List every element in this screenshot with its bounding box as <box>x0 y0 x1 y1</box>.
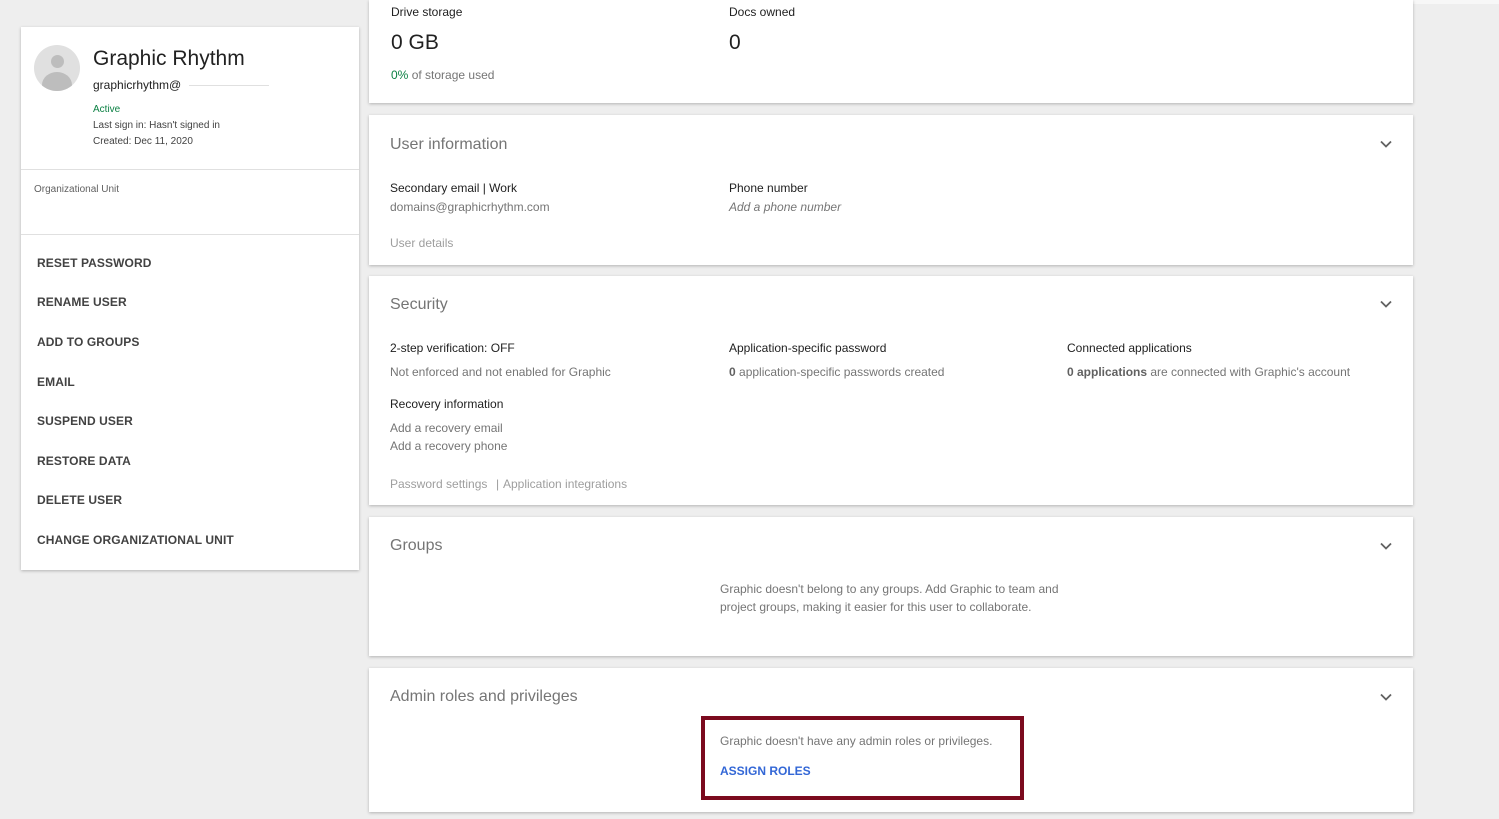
created-date: Created: Dec 11, 2020 <box>93 136 193 147</box>
delete-user-button[interactable]: DELETE USER <box>37 493 122 507</box>
two-step-label-text: 2-step verification: <box>390 341 488 355</box>
groups-card[interactable]: Groups Graphic doesn't belong to any gro… <box>369 517 1413 656</box>
user-summary-card: Graphic Rhythm graphicrhythm@ Active Las… <box>21 27 359 570</box>
connected-apps-desc: are connected with Graphic's account <box>1150 365 1351 379</box>
user-email: graphicrhythm@ <box>93 78 182 92</box>
user-name: Graphic Rhythm <box>93 47 245 70</box>
storage-card: Drive storage 0 GB 0% of storage used Do… <box>369 0 1413 103</box>
storage-used-text: 0% of storage used <box>391 68 494 82</box>
two-step-value: OFF <box>490 341 515 355</box>
user-information-card[interactable]: User information Secondary email | Work … <box>369 115 1413 265</box>
phone-number-placeholder[interactable]: Add a phone number <box>729 200 841 214</box>
org-unit-label: Organizational Unit <box>34 184 120 195</box>
add-recovery-email-link[interactable]: Add a recovery email <box>390 421 503 435</box>
chevron-down-icon[interactable] <box>1379 690 1393 704</box>
docs-owned-value: 0 <box>729 31 741 54</box>
app-password-desc: application-specific passwords created <box>739 365 945 379</box>
suspend-user-button[interactable]: SUSPEND USER <box>37 414 133 428</box>
application-integrations-link[interactable]: Application integrations <box>503 477 627 491</box>
highlight-box <box>701 716 1024 800</box>
divider <box>21 169 359 170</box>
user-information-title: User information <box>390 136 508 153</box>
app-password-label: Application-specific password <box>729 341 887 355</box>
app-password-count: 0 <box>729 365 736 379</box>
groups-empty-message: Graphic doesn't belong to any groups. Ad… <box>720 582 1059 614</box>
last-sign-in: Last sign in: Hasn't signed in <box>93 120 220 131</box>
user-details-link[interactable]: User details <box>390 236 453 250</box>
secondary-email-value: domains@graphicrhythm.com <box>390 200 550 214</box>
rename-user-button[interactable]: RENAME USER <box>37 295 127 309</box>
recovery-info-label: Recovery information <box>390 397 504 411</box>
two-step-verification-label: 2-step verification: OFF <box>390 341 515 355</box>
drive-storage-label: Drive storage <box>391 5 463 19</box>
secondary-email-label: Secondary email | Work <box>390 181 517 195</box>
chevron-down-icon[interactable] <box>1379 297 1393 311</box>
divider <box>21 234 359 235</box>
connected-apps-label: Connected applications <box>1067 341 1192 355</box>
reset-password-button[interactable]: RESET PASSWORD <box>37 256 152 270</box>
docs-owned-label: Docs owned <box>729 5 796 19</box>
storage-used-suffix: of storage used <box>411 68 495 82</box>
chevron-down-icon[interactable] <box>1379 137 1393 151</box>
admin-roles-title: Admin roles and privileges <box>390 688 578 705</box>
groups-title: Groups <box>390 537 443 554</box>
connected-apps-text: 0 applications are connected with Graphi… <box>1067 365 1350 379</box>
status-badge: Active <box>93 104 121 115</box>
two-step-description: Not enforced and not enabled for Graphic <box>390 365 611 379</box>
drive-storage-value: 0 GB <box>391 31 439 54</box>
avatar <box>34 45 80 91</box>
add-recovery-phone-link[interactable]: Add a recovery phone <box>390 439 507 453</box>
email-button[interactable]: EMAIL <box>37 375 75 389</box>
chevron-down-icon[interactable] <box>1379 539 1393 553</box>
link-separator: | <box>496 477 500 491</box>
phone-number-label: Phone number <box>729 181 808 195</box>
storage-used-percent: 0% <box>391 68 409 82</box>
security-card[interactable]: Security 2-step verification: OFF Not en… <box>369 276 1413 505</box>
app-password-text: 0 application-specific passwords created <box>729 365 944 379</box>
add-to-groups-button[interactable]: ADD TO GROUPS <box>37 335 139 349</box>
restore-data-button[interactable]: RESTORE DATA <box>37 454 131 468</box>
password-settings-link[interactable]: Password settings <box>390 477 487 491</box>
connected-apps-count: 0 applications <box>1067 365 1148 379</box>
change-org-unit-button[interactable]: CHANGE ORGANIZATIONAL UNIT <box>37 533 234 547</box>
email-redaction <box>189 85 269 86</box>
security-title: Security <box>390 296 448 313</box>
